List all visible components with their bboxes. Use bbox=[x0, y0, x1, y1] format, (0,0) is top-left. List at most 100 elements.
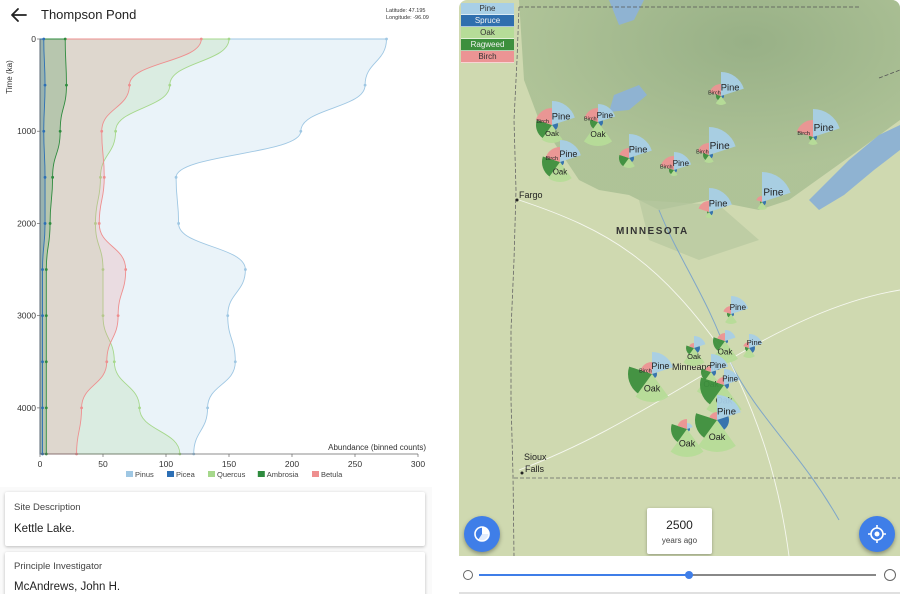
y-tick-label: 0 bbox=[31, 34, 36, 44]
data-point-picea bbox=[41, 406, 44, 410]
pie-chart-icon bbox=[474, 526, 490, 542]
rose-label-pine: Pine bbox=[763, 187, 783, 198]
data-point-pinus bbox=[299, 129, 303, 133]
data-point-betula bbox=[80, 406, 83, 410]
rose-label-oak: Oak bbox=[679, 438, 696, 448]
map-canvas[interactable]: MINNESOTA Fargo Sioux Falls Minneapolis … bbox=[459, 0, 900, 556]
data-point-ambrosia bbox=[65, 83, 68, 87]
rose-label-birch: Birch bbox=[708, 91, 721, 97]
time-value: 2500 bbox=[666, 518, 693, 532]
y-tick-label: 4000 bbox=[17, 403, 36, 413]
pollen-chart: 0 50 100 150 200 250 30001000200030004000Time … bbox=[5, 34, 426, 479]
sioux-falls-dot bbox=[520, 471, 524, 475]
page-title: Thompson Pond bbox=[41, 7, 137, 22]
rose-label-pine: Pine bbox=[747, 338, 762, 347]
legend-label-ambrosia: Ambrosia bbox=[267, 470, 300, 479]
data-point-picea bbox=[42, 37, 46, 41]
data-point-quercus bbox=[227, 37, 231, 41]
site-description-value: Kettle Lake. bbox=[14, 523, 75, 535]
data-point-ambrosia bbox=[44, 406, 48, 410]
site-panel: Thompson Pond Latitude: 47.195 Longitude… bbox=[0, 0, 432, 594]
rose-label-pine: Pine bbox=[651, 361, 669, 371]
x-tick-label: 50 bbox=[98, 459, 108, 469]
x-tick-label: 300 bbox=[411, 459, 425, 469]
coordinates-readout: Latitude: 47.195 Longitude: -96.09 bbox=[386, 8, 432, 22]
legend-swatch-picea bbox=[167, 471, 174, 477]
longitude-label: Longitude: -96.09 bbox=[386, 15, 429, 21]
data-point-pinus bbox=[174, 175, 178, 179]
time-slider[interactable] bbox=[479, 571, 876, 579]
rose-label-pine: Pine bbox=[552, 112, 571, 122]
legend-oak: Oak bbox=[461, 27, 514, 39]
legend-swatch-quercus bbox=[208, 471, 215, 477]
rose-label-pine: Pine bbox=[710, 361, 727, 370]
rose-label-pine: Pine bbox=[559, 149, 577, 159]
city-sioux-falls-2: Falls bbox=[525, 464, 545, 474]
data-point-picea bbox=[43, 83, 47, 87]
rose-label-oak: Oak bbox=[545, 129, 559, 138]
rose-label-oak: Oak bbox=[718, 348, 734, 357]
data-point-picea bbox=[41, 360, 44, 364]
data-point-picea bbox=[41, 314, 44, 318]
state-label: MINNESOTA bbox=[616, 226, 689, 237]
data-point-betula bbox=[128, 83, 131, 87]
x-tick-label: 0 bbox=[38, 459, 43, 469]
legend-birch: Birch bbox=[461, 51, 514, 63]
investigator-label: Principle Investigator bbox=[14, 561, 103, 572]
latitude-label: Latitude: 47.195 bbox=[386, 8, 426, 14]
rose-label-pine: Pine bbox=[814, 123, 834, 134]
slider-thumb[interactable] bbox=[685, 571, 694, 579]
data-point-picea bbox=[43, 222, 47, 225]
rose-label-pine: Pine bbox=[709, 199, 728, 209]
info-icon[interactable] bbox=[463, 570, 473, 580]
legend-label-betula: Betula bbox=[321, 470, 343, 479]
data-point-pinus bbox=[206, 406, 209, 410]
investigator-card: Principle Investigator McAndrews, John H… bbox=[5, 552, 425, 594]
data-point-ambrosia bbox=[44, 360, 48, 364]
back-arrow-icon[interactable] bbox=[8, 4, 30, 26]
data-point-quercus bbox=[112, 360, 116, 364]
rose-label-birch: Birch bbox=[660, 164, 673, 170]
y-tick-label: 2000 bbox=[17, 218, 36, 228]
rose-label-birch: Birch bbox=[584, 116, 597, 122]
data-point-picea bbox=[42, 129, 46, 133]
rose-label-pine: Pine bbox=[722, 374, 738, 383]
my-location-icon bbox=[868, 525, 886, 543]
data-point-betula bbox=[124, 268, 128, 271]
chart-legend: Pinus Picea Quercus Ambrosia Betula bbox=[126, 470, 343, 479]
chart-toggle-button[interactable] bbox=[464, 516, 500, 552]
data-point-betula bbox=[100, 129, 104, 133]
rose-label-oak: Oak bbox=[590, 129, 606, 139]
data-point-ambrosia bbox=[44, 268, 48, 271]
rose-label-birch: Birch bbox=[639, 369, 652, 375]
locate-button[interactable] bbox=[859, 516, 895, 552]
site-description-card: Site Description Kettle Lake. bbox=[5, 492, 425, 546]
app-bar: Thompson Pond Latitude: 47.195 Longitude… bbox=[0, 0, 432, 32]
slider-fill bbox=[479, 574, 690, 576]
legend-swatch-pinus bbox=[126, 471, 133, 477]
pollen-diagram: 0 50 100 150 200 250 300 0 1000 2000 3000 4000 Time … bbox=[0, 32, 432, 487]
rose-label-birch: Birch bbox=[536, 119, 549, 125]
data-point-betula bbox=[97, 222, 101, 225]
data-point-betula bbox=[116, 314, 120, 318]
site-description-label: Site Description bbox=[14, 502, 81, 513]
rose-label-oak: Oak bbox=[709, 432, 726, 442]
data-point-betula bbox=[199, 37, 203, 41]
x-axis-label: Abundance (binned counts) bbox=[328, 443, 426, 452]
data-point-pinus bbox=[226, 314, 230, 318]
rose-label-pine: Pine bbox=[721, 83, 740, 93]
rose-label-pine: Pine bbox=[673, 159, 690, 168]
rose-label-pine: Pine bbox=[730, 303, 747, 312]
rose-label-pine: Pine bbox=[629, 145, 648, 155]
city-sioux-falls-1: Sioux bbox=[524, 452, 547, 462]
y-tick-label: 3000 bbox=[17, 311, 36, 321]
data-point-betula bbox=[102, 175, 106, 179]
map-view[interactable]: MINNESOTA Fargo Sioux Falls Minneapolis … bbox=[459, 0, 900, 594]
data-point-picea bbox=[41, 268, 44, 271]
data-point-quercus bbox=[138, 406, 141, 410]
rose-label-pine: Pine bbox=[710, 141, 730, 152]
info-icon[interactable] bbox=[884, 569, 896, 581]
data-point-ambrosia bbox=[63, 37, 67, 41]
legend-swatch-ambrosia bbox=[257, 471, 265, 477]
data-point-quercus bbox=[168, 83, 172, 87]
